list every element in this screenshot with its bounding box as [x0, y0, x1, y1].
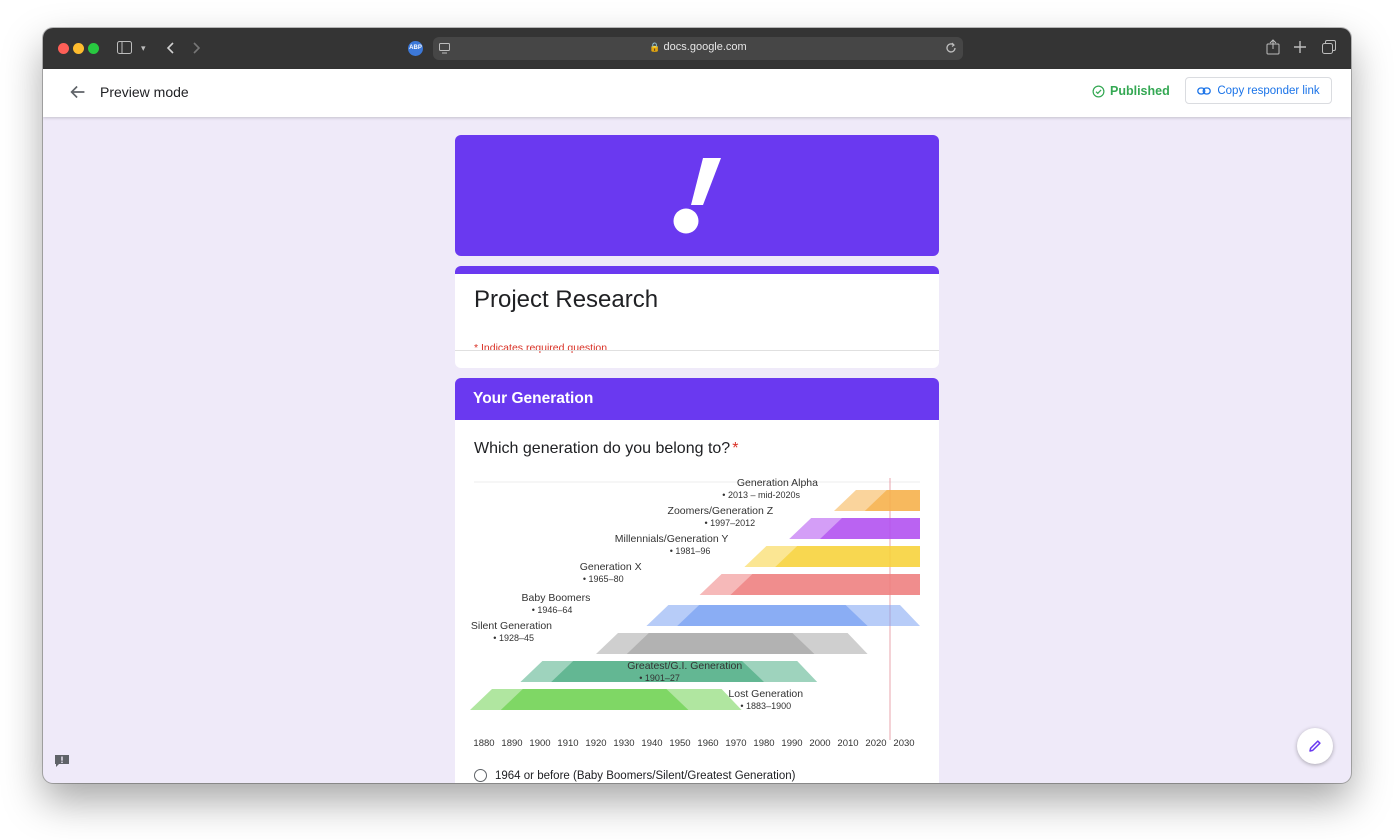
question-card: Which generation do you belong to? * Gene…: [455, 420, 939, 783]
band-baby-boomers-core: [677, 605, 868, 626]
url-text: 🔒 docs.google.com: [433, 41, 963, 53]
x-tick-label: 1960: [697, 738, 718, 749]
x-tick-label: 2010: [837, 738, 858, 749]
label-baby-boomers: Baby Boomers: [522, 592, 591, 604]
new-tab-icon[interactable]: [1294, 41, 1306, 53]
range-generation-alpha: • 2013 – mid-2020s: [722, 490, 800, 500]
preview-header: Preview mode Published Copy responder li…: [43, 69, 1351, 117]
x-tick-label: 1940: [641, 738, 662, 749]
label-zoomers-generation-z: Zoomers/Generation Z: [668, 505, 774, 517]
radio-button[interactable]: [474, 769, 487, 782]
maximize-window-button[interactable]: [88, 43, 99, 54]
x-tick-label: 1930: [613, 738, 634, 749]
x-tick-label: 1900: [529, 738, 550, 749]
tab-overview-icon[interactable]: [1322, 40, 1336, 54]
x-tick-label: 1910: [557, 738, 578, 749]
section-title: Your Generation: [473, 390, 594, 407]
exclamation-logo-icon: [673, 158, 721, 234]
x-tick-label: 1970: [725, 738, 746, 749]
range-baby-boomers: • 1946–64: [532, 605, 573, 615]
form-title-card: Project Research * Indicates required qu…: [455, 266, 939, 368]
title-divider: [455, 350, 939, 351]
question-text: Which generation do you belong to?: [474, 440, 731, 457]
range-lost-generation: • 1883–1900: [740, 701, 791, 711]
minimize-window-button[interactable]: [73, 43, 84, 54]
chevron-down-icon[interactable]: ▾: [141, 39, 146, 57]
label-generation-alpha: Generation Alpha: [737, 478, 818, 489]
band-lost-generation-core: [500, 689, 689, 710]
copy-responder-link-label: Copy responder link: [1217, 84, 1320, 97]
generations-timeline-chart: Generation Alpha• 2013 – mid-2020s Zoomer…: [470, 478, 920, 749]
x-tick-label: 1990: [781, 738, 802, 749]
reload-icon[interactable]: [945, 42, 957, 54]
option-1964-or-before[interactable]: 1964 or before (Baby Boomers/Silent/Grea…: [474, 769, 795, 782]
published-label: Published: [1110, 84, 1170, 98]
lock-icon: 🔒: [649, 42, 661, 52]
x-tick-label: 1880: [473, 738, 494, 749]
preview-mode-title: Preview mode: [100, 84, 189, 100]
label-greatest-g-i-generation: Greatest/G.I. Generation: [627, 660, 742, 672]
adblock-extension-icon[interactable]: ABP: [408, 41, 423, 56]
report-feedback-icon[interactable]: [54, 754, 70, 768]
required-question-note: * Indicates required question: [474, 342, 608, 354]
close-window-button[interactable]: [58, 43, 69, 54]
copy-responder-link-button[interactable]: Copy responder link: [1185, 77, 1332, 104]
x-tick-label: 1890: [501, 738, 522, 749]
label-lost-generation: Lost Generation: [728, 688, 803, 700]
check-circle-icon: [1092, 85, 1105, 97]
range-generation-x: • 1965–80: [583, 574, 624, 584]
range-zoomers-generation-z: • 1997–2012: [704, 518, 755, 528]
back-arrow-icon[interactable]: [67, 81, 89, 103]
sidebar-toggle-icon[interactable]: [117, 41, 132, 54]
form-canvas: Project Research * Indicates required qu…: [43, 117, 1351, 783]
share-icon[interactable]: [1266, 39, 1280, 55]
band-generation-x-core: [730, 574, 920, 595]
required-star: *: [732, 440, 739, 457]
band-millennials-generation-y-core: [775, 546, 920, 567]
section-header: Your Generation: [455, 378, 939, 420]
address-bar[interactable]: 🔒 docs.google.com: [433, 37, 963, 60]
form-header-banner: [455, 135, 939, 256]
back-nav-icon[interactable]: [166, 42, 174, 54]
x-tick-label: 1920: [585, 738, 606, 749]
edit-form-button[interactable]: [1297, 728, 1333, 764]
forward-nav-icon[interactable]: [193, 42, 201, 54]
browser-toolbar: ▾ ABP 🔒 docs.google.com: [43, 28, 1351, 69]
label-silent-generation: Silent Generation: [471, 620, 552, 632]
published-status: Published: [1092, 84, 1170, 98]
x-tick-label: 1980: [753, 738, 774, 749]
title-card-accent: [455, 266, 939, 274]
x-tick-label: 2000: [809, 738, 830, 749]
label-millennials-generation-y: Millennials/Generation Y: [615, 533, 729, 545]
x-tick-label: 2030: [893, 738, 914, 749]
range-millennials-generation-y: • 1981–96: [670, 546, 711, 556]
range-greatest-g-i-generation: • 1901–27: [639, 673, 680, 683]
browser-window: ▾ ABP 🔒 docs.google.com Preview mode Pub…: [43, 28, 1351, 783]
band-silent-generation-core: [626, 633, 815, 654]
option-label: 1964 or before (Baby Boomers/Silent/Grea…: [495, 769, 796, 782]
label-generation-x: Generation X: [580, 561, 642, 573]
pencil-icon: [1309, 740, 1321, 752]
x-tick-label: 2020: [865, 738, 886, 749]
question-title: Which generation do you belong to? *: [474, 440, 738, 458]
link-icon: [1197, 86, 1212, 95]
url-label: docs.google.com: [663, 41, 747, 53]
range-silent-generation: • 1928–45: [493, 633, 534, 643]
form-title: Project Research: [474, 286, 659, 313]
x-tick-label: 1950: [669, 738, 690, 749]
